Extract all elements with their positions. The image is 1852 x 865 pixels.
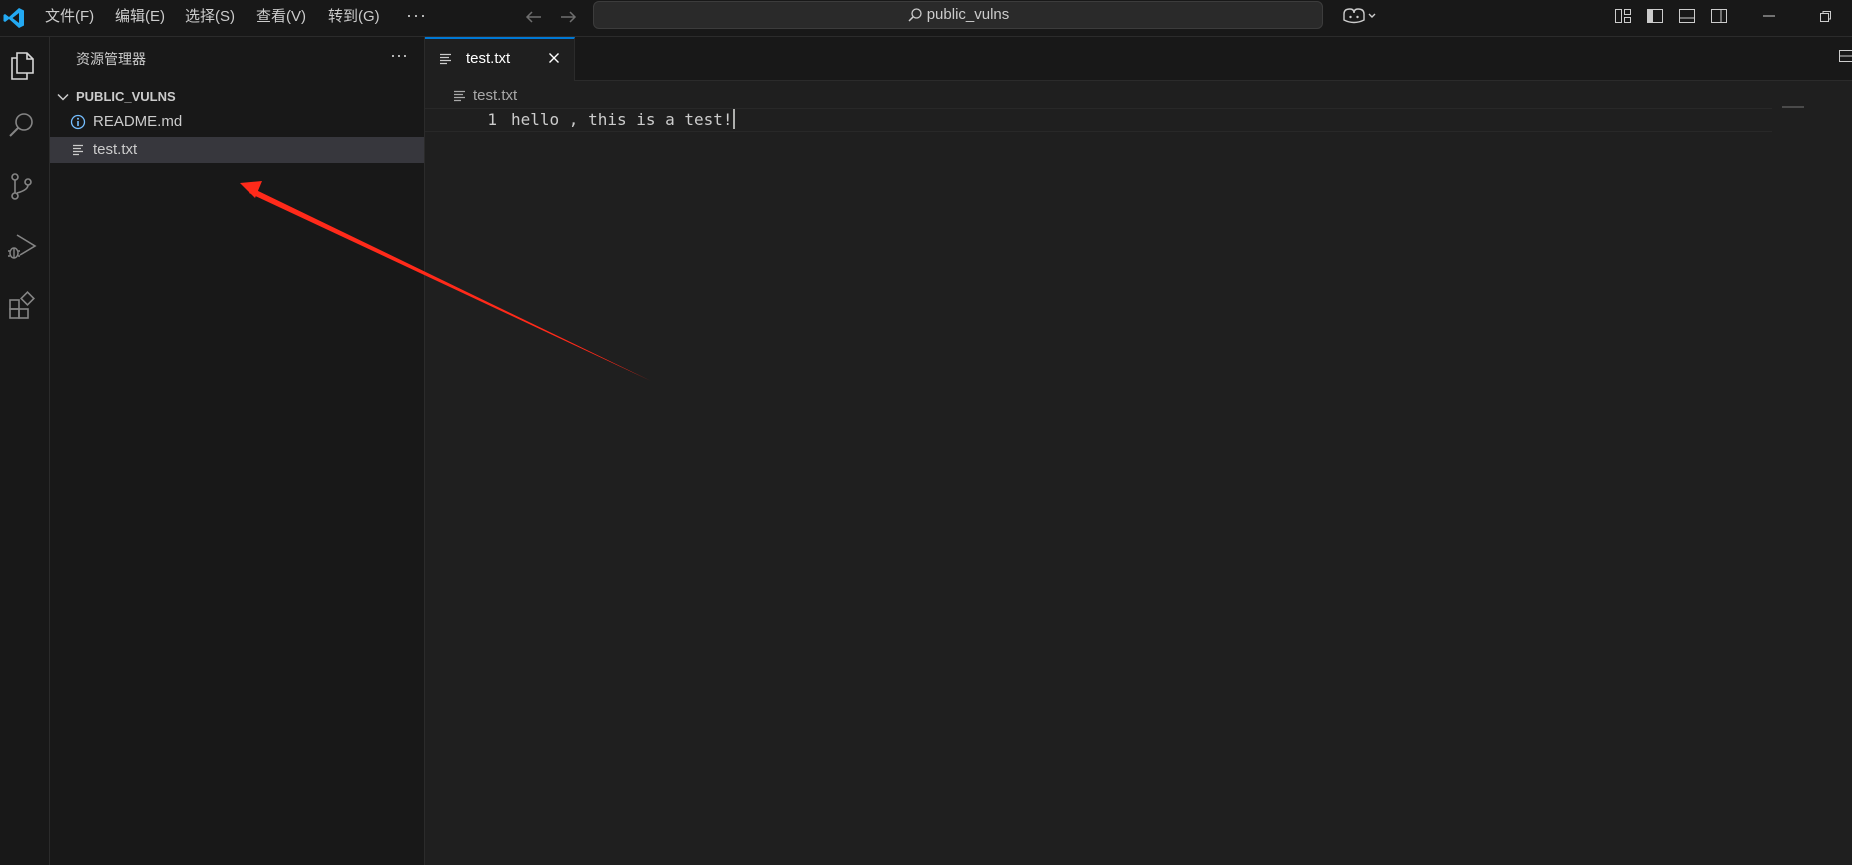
restore-window-icon[interactable] <box>1815 6 1835 26</box>
file-item-readme[interactable]: README.md <box>50 109 424 135</box>
forward-arrow-icon[interactable] <box>555 4 581 30</box>
command-center-label: public_vulns <box>926 6 1010 23</box>
info-icon <box>70 114 86 130</box>
source-control-icon[interactable] <box>5 169 39 203</box>
explorer-sidebar: 资源管理器 ··· PUBLIC_VULNS README.md test.tx… <box>50 37 425 865</box>
file-name: test.txt <box>93 141 138 158</box>
toggle-primary-sidebar-icon[interactable] <box>1645 6 1665 26</box>
text-file-icon <box>454 90 465 102</box>
menu-selection[interactable]: 选择(S) <box>185 0 235 34</box>
sidebar-more-actions-icon[interactable]: ··· <box>387 45 411 69</box>
text-file-icon <box>440 53 451 65</box>
tab-bar: test.txt <box>425 37 1852 81</box>
extensions-icon[interactable] <box>5 289 39 323</box>
command-center-search[interactable]: public_vulns <box>593 1 1323 29</box>
breadcrumb-file: test.txt <box>473 87 518 104</box>
minimap[interactable] <box>1782 106 1804 108</box>
line-number: 1 <box>487 110 497 129</box>
editor-group: test.txt test.txt 1 hello , this is a te… <box>425 37 1852 865</box>
vscode-logo-icon[interactable] <box>2 6 26 30</box>
back-arrow-icon[interactable] <box>521 4 547 30</box>
file-name: README.md <box>93 113 183 130</box>
line-text[interactable]: hello , this is a test! <box>511 109 735 131</box>
toggle-secondary-sidebar-icon[interactable] <box>1709 6 1729 26</box>
code-line[interactable]: 1 hello , this is a test! <box>425 108 1772 132</box>
activity-bar <box>0 37 50 865</box>
more-menus-icon[interactable]: ··· <box>406 0 427 34</box>
text-cursor <box>732 109 735 129</box>
file-item-test-txt[interactable]: test.txt <box>50 137 424 163</box>
run-and-debug-icon[interactable] <box>5 229 39 263</box>
search-icon[interactable] <box>5 109 39 143</box>
menu-edit[interactable]: 编辑(E) <box>115 0 165 34</box>
menu-go[interactable]: 转到(G) <box>328 0 380 34</box>
toggle-panel-icon[interactable] <box>1677 6 1697 26</box>
minimize-window-icon[interactable] <box>1759 6 1779 26</box>
folder-label: PUBLIC_VULNS <box>76 89 176 104</box>
search-icon <box>908 8 922 22</box>
chevron-down-icon <box>57 93 69 101</box>
tab-test-txt[interactable]: test.txt <box>425 37 575 81</box>
title-bar: 文件(F) 编辑(E) 选择(S) 查看(V) 转到(G) ··· public… <box>0 0 1852 37</box>
customize-layout-icon[interactable] <box>1613 6 1633 26</box>
explorer-icon[interactable] <box>5 49 39 83</box>
tab-label: test.txt <box>466 50 511 67</box>
copilot-icon[interactable] <box>1340 6 1378 26</box>
text-file-icon <box>73 144 83 156</box>
menu-view[interactable]: 查看(V) <box>256 0 306 34</box>
split-editor-icon[interactable] <box>1837 47 1852 65</box>
line-content: hello , this is a test! <box>511 110 733 129</box>
close-icon[interactable] <box>545 49 563 67</box>
folder-header-public-vulns[interactable]: PUBLIC_VULNS <box>50 85 424 109</box>
sidebar-title: 资源管理器 <box>76 51 146 67</box>
menu-file[interactable]: 文件(F) <box>45 0 94 34</box>
